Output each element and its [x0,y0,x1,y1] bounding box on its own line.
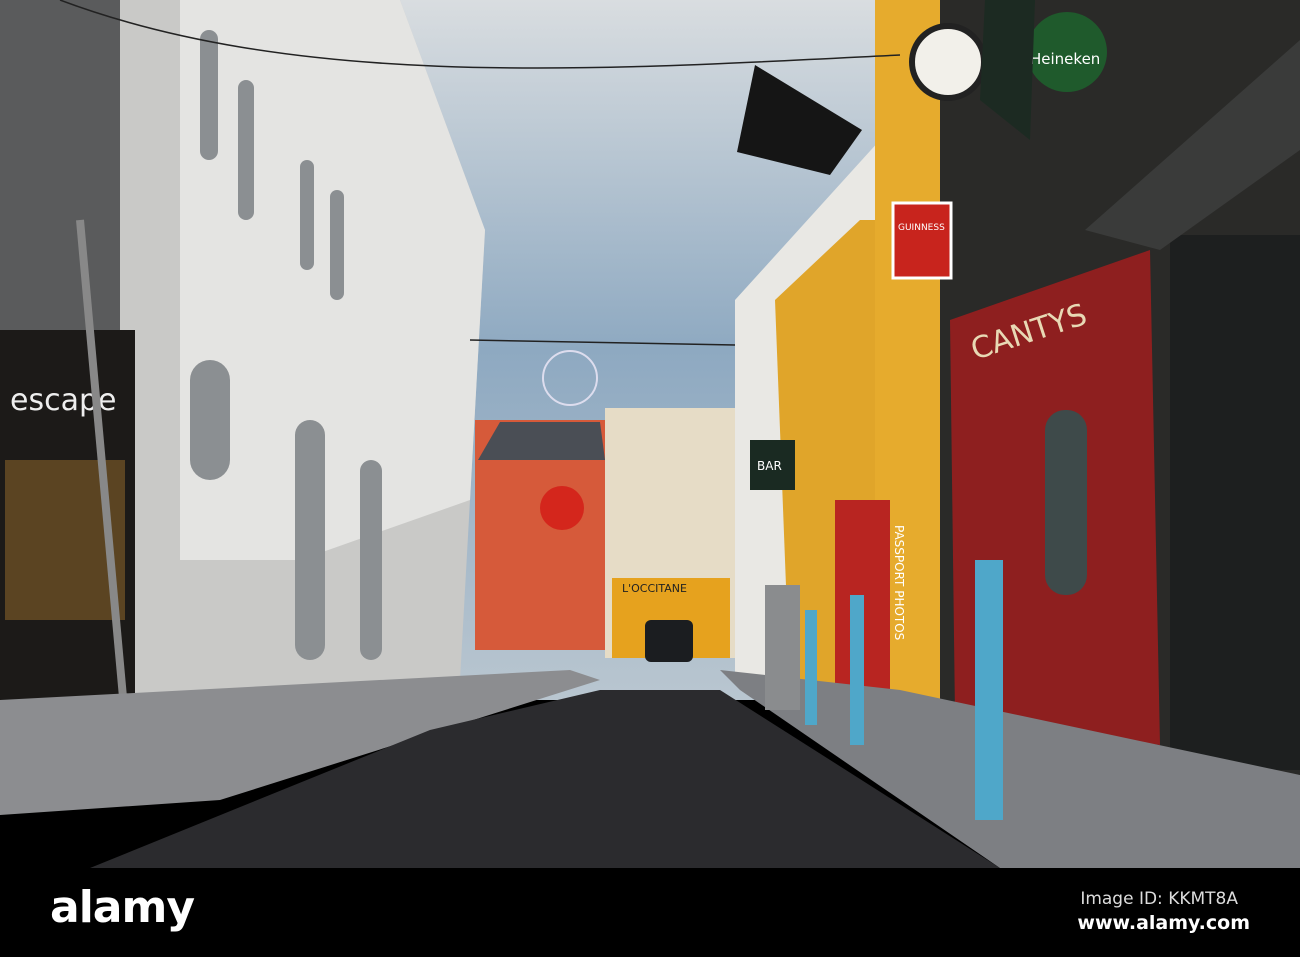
alamy-url: www.alamy.com [1077,912,1250,934]
photo-frame: escape L'OCCITANE CANTYS Heineken GUINNE… [0,0,1300,957]
loccitane-text: L'OCCITANE [622,582,687,595]
watermark-bar: alamy Image ID: KKMT8A www.alamy.com [0,868,1300,957]
guinness-sign [891,201,953,280]
passport-text: PASSPORT PHOTOS [892,525,906,640]
pub-window [1045,410,1087,595]
image-id: Image ID: KKMT8A [1080,889,1238,909]
bar-sign-text: BAR [757,459,782,473]
tiled-wall [1170,235,1300,770]
clock [909,23,987,101]
guinness-text: GUINNESS [898,223,945,233]
red-building-roof [478,422,605,460]
alamy-logo: alamy [50,882,195,933]
street-photo: escape L'OCCITANE CANTYS Heineken GUINNE… [0,0,1300,868]
grey-bin [765,585,800,710]
heineken-text: Heineken [1030,50,1100,68]
red-bauble [540,486,584,530]
parked-car [645,620,693,662]
